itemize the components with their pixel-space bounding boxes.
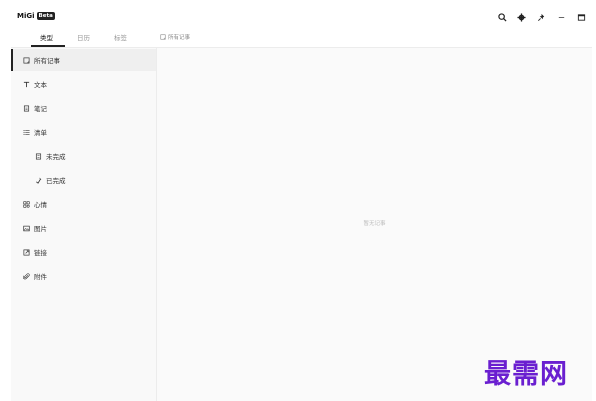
sidebar-item-label: 链接	[34, 249, 47, 257]
sidebar: 所有记事 文本 笔记 清单 未完成 已完成 心情 图片 链接 附件	[11, 47, 156, 401]
app-logo: MiGi Beta	[17, 12, 55, 20]
text-icon	[22, 80, 30, 88]
sidebar-item-incomplete[interactable]: 未完成	[11, 145, 156, 167]
link-icon	[22, 248, 30, 256]
note-icon	[22, 56, 30, 64]
image-icon	[22, 224, 30, 232]
gear-icon[interactable]	[516, 12, 526, 22]
sidebar-item-label: 所有记事	[34, 57, 60, 65]
empty-state-text: 暂无记事	[363, 221, 386, 227]
sidebar-item-label: 心情	[34, 201, 47, 209]
beta-badge: Beta	[36, 12, 55, 20]
breadcrumb: 所有记事	[160, 33, 190, 41]
pin-icon[interactable]	[536, 12, 546, 22]
mood-icon	[22, 200, 30, 208]
sidebar-item-text[interactable]: 文本	[11, 73, 156, 95]
sidebar-item-all-notes[interactable]: 所有记事	[11, 49, 156, 71]
sidebar-item-label: 附件	[34, 273, 47, 281]
title-bar: MiGi Beta	[11, 7, 591, 27]
tab-calendar[interactable]: 日历	[77, 32, 90, 42]
sidebar-tabs: 类型 日历 标签	[11, 29, 156, 47]
sidebar-item-checklist[interactable]: 清单	[11, 121, 156, 143]
sidebar-item-attachments[interactable]: 附件	[11, 265, 156, 287]
complete-icon	[34, 176, 42, 184]
tab-tags[interactable]: 标签	[114, 32, 127, 42]
breadcrumb-label: 所有记事	[168, 35, 191, 41]
sidebar-item-links[interactable]: 链接	[11, 241, 156, 263]
sidebar-item-mood[interactable]: 心情	[11, 193, 156, 215]
sidebar-item-label: 笔记	[34, 105, 47, 113]
note-icon	[160, 34, 166, 40]
sidebar-item-label: 图片	[34, 225, 47, 233]
sidebar-item-label: 清单	[34, 129, 47, 137]
app-name: MiGi	[17, 12, 35, 20]
notebook-icon	[22, 104, 30, 112]
sidebar-item-notebook[interactable]: 笔记	[11, 97, 156, 119]
watermark-logo: 最需网	[484, 359, 568, 390]
app-window: MiGi Beta 类型 日历 标签 所有记事 所有记事 文本 笔记 清单 未完…	[11, 7, 592, 401]
sidebar-item-complete[interactable]: 已完成	[11, 169, 156, 191]
sidebar-item-label: 文本	[34, 81, 47, 89]
incomplete-icon	[34, 152, 42, 160]
tab-type[interactable]: 类型	[40, 32, 53, 42]
sidebar-item-images[interactable]: 图片	[11, 217, 156, 239]
content-area: 暂无记事	[156, 47, 592, 401]
maximize-icon[interactable]	[576, 12, 586, 22]
sidebar-item-label: 已完成	[46, 177, 66, 185]
search-icon[interactable]	[497, 12, 507, 22]
minimize-icon[interactable]	[556, 12, 566, 22]
sidebar-item-label: 未完成	[46, 153, 66, 161]
list-icon	[22, 128, 30, 136]
attachment-icon	[22, 272, 30, 280]
